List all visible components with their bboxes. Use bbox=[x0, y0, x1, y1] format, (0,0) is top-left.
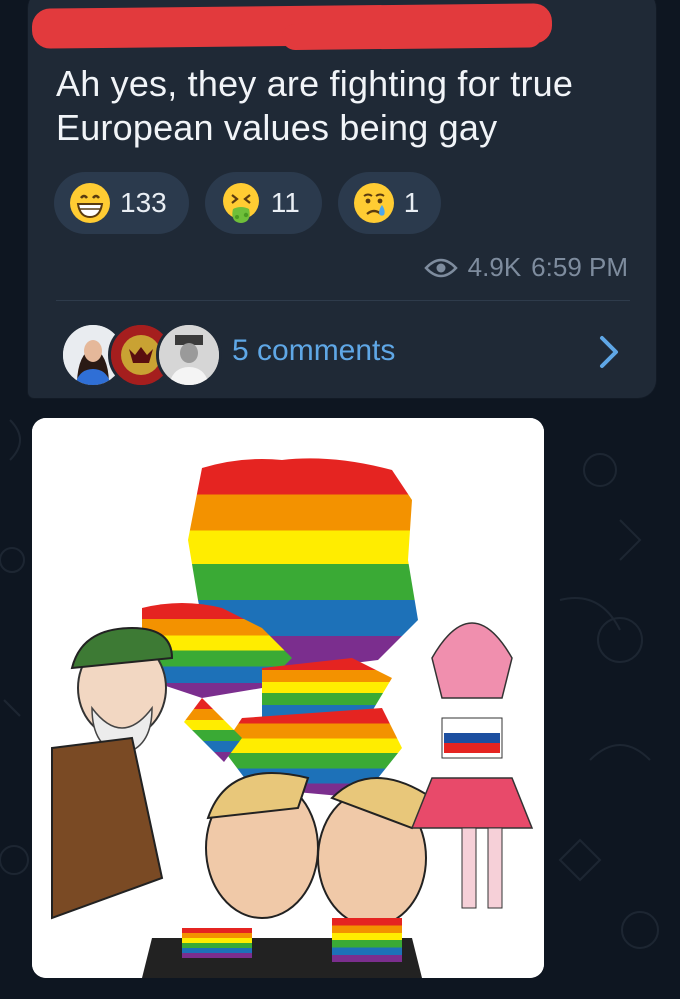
crying-face-icon bbox=[353, 183, 394, 223]
message-text: Ah yes, they are fighting for true Europ… bbox=[56, 63, 574, 148]
reaction-grinning[interactable]: 133 bbox=[54, 172, 189, 234]
message-time: 6:59 PM bbox=[531, 252, 628, 282]
nauseated-face-icon bbox=[222, 183, 259, 223]
reaction-count: 11 bbox=[270, 187, 300, 218]
reactions-bar: 133 11 1 bbox=[54, 172, 442, 234]
comments-count: 5 comments bbox=[232, 334, 396, 367]
redacted-sender-name bbox=[31, 3, 553, 49]
meme-illustration bbox=[32, 418, 544, 978]
attached-image[interactable] bbox=[32, 418, 544, 978]
reaction-crying[interactable]: 1 bbox=[337, 172, 442, 234]
eye-icon bbox=[423, 258, 458, 277]
reaction-nauseated[interactable]: 11 bbox=[204, 172, 322, 234]
grinning-face-icon bbox=[70, 183, 110, 223]
divider bbox=[56, 300, 630, 301]
comments-button[interactable]: 5 comments bbox=[60, 320, 640, 388]
chevron-right-icon bbox=[600, 336, 618, 368]
message-meta: 4.9K 6:59 PM bbox=[423, 252, 628, 283]
reaction-count: 1 bbox=[403, 187, 420, 218]
view-count: 4.9K bbox=[467, 252, 522, 282]
avatar bbox=[156, 322, 222, 388]
reaction-count: 133 bbox=[120, 187, 167, 218]
